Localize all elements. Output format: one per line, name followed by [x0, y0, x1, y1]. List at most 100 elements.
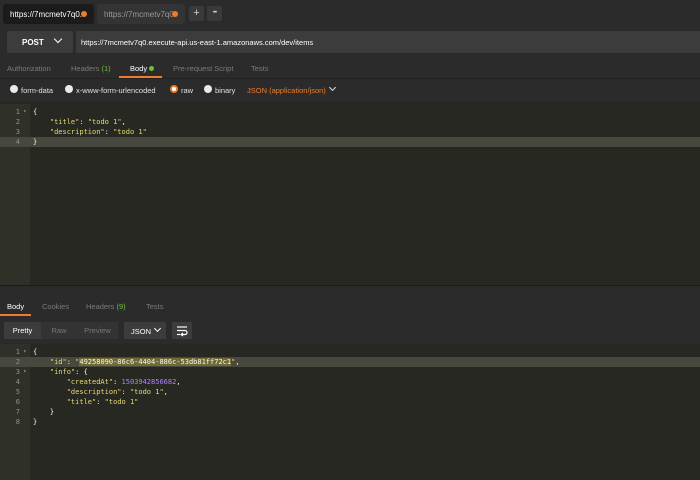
code-token: "todo 1" [113, 128, 147, 136]
line-number: 3 [15, 128, 20, 136]
new-tab-button[interactable]: + [189, 6, 204, 21]
code-token: 49258090-86c6-4404-886c-53db81ff72c1 [79, 358, 232, 366]
line-number: 6 [15, 398, 20, 406]
fold-toggle-icon[interactable]: ▾ [23, 367, 27, 377]
tab-pre-request-script[interactable]: Pre-request Script [173, 64, 233, 73]
tab-body[interactable]: Body [130, 64, 155, 73]
code-line: 3 "description": "todo 1" [0, 127, 700, 137]
radio-binary[interactable] [204, 85, 212, 93]
code-token: } [33, 138, 38, 146]
line-number: 4 [15, 138, 20, 146]
code-line: 2 "title": "todo 1", [0, 117, 700, 127]
code-line: 1 ▾ { [0, 347, 700, 357]
format-label: JSON [131, 327, 152, 336]
content-type-select[interactable]: JSON (application/json) [247, 86, 326, 95]
radio-urlencoded[interactable] [65, 85, 73, 93]
active-tab-underline [119, 76, 162, 78]
line-number: 1 [15, 108, 20, 116]
tab-headers-label: Headers [71, 64, 100, 73]
code-token: "todo 1" [87, 118, 122, 126]
code-token: : [104, 128, 114, 136]
code-token: : [96, 398, 105, 406]
line-number: 3 [15, 368, 20, 376]
code-text: } [33, 407, 54, 417]
code-line: 8} [0, 417, 700, 427]
body-type-options: form-data x-www-form-urlencoded raw bina… [0, 79, 700, 101]
code-text: "id": "49258090-86c6-4404-886c-53db81ff7… [33, 357, 240, 367]
code-text: "title": "todo 1", [33, 117, 126, 127]
tab-title: https://7mcmetv7q0. [10, 10, 83, 19]
chevron-down-icon [53, 34, 63, 44]
url-input[interactable]: https://7mcmetv7q0.execute-api.us-east-1… [76, 31, 700, 53]
radio-form-data[interactable] [10, 85, 18, 93]
code-token: "description" [66, 388, 122, 396]
request-tab-active[interactable]: https://7mcmetv7q0. [3, 4, 94, 24]
format-select[interactable]: JSON [124, 322, 166, 339]
pretty-button[interactable]: Pretty [4, 322, 41, 339]
more-tabs-button[interactable]: ••• [207, 6, 222, 21]
line-number: 1 [15, 348, 20, 356]
url-text: https://7mcmetv7q0.execute-api.us-east-1… [81, 38, 314, 47]
request-tab-inactive[interactable]: https://7mcmetv7q0. [97, 4, 185, 24]
code-token: "todo 1" [129, 388, 164, 396]
code-token: { [33, 108, 38, 116]
headers-count: (1) [101, 64, 111, 73]
response-body-viewer[interactable]: 1 ▾{2 "id": "49258090-86c6-4404-886c-53db… [0, 344, 700, 480]
code-token: , [176, 378, 181, 386]
method-label: POST [22, 38, 44, 47]
tab-title: https://7mcmetv7q0. [104, 10, 177, 19]
request-body-editor[interactable]: 1 ▾{2 "title": "todo 1", 3 "description": … [0, 104, 700, 285]
resp-tab-body[interactable]: Body [7, 302, 24, 311]
code-token: : [79, 118, 88, 126]
code-token: "createdAt" [66, 378, 114, 386]
line-number: 2 [15, 118, 20, 126]
code-text: { [33, 107, 37, 117]
chevron-down-icon [328, 83, 337, 92]
request-tabs: Authorization Headers (1) Body Pre-reque… [0, 56, 700, 79]
code-token: "title" [49, 118, 80, 126]
code-line: 5 "description": "todo 1", [0, 387, 700, 397]
fold-toggle-icon[interactable]: ▾ [23, 347, 27, 357]
raw-button[interactable]: Raw [41, 322, 77, 339]
code-token: "id" [49, 358, 67, 366]
line-number: 8 [15, 418, 20, 426]
tab-authorization[interactable]: Authorization [7, 64, 51, 73]
resp-tab-headers[interactable]: Headers (9) [86, 302, 126, 311]
wrap-lines-button[interactable] [172, 322, 192, 339]
code-token: , [235, 358, 240, 366]
line-number: 7 [15, 408, 20, 416]
preview-button[interactable]: Preview [77, 322, 118, 339]
code-text: "description": "todo 1" [33, 127, 147, 137]
method-select[interactable]: POST [7, 31, 73, 53]
response-view-bar: Pretty Raw Preview JSON [0, 316, 700, 344]
code-token: "title" [66, 398, 97, 406]
code-text: "description": "todo 1", [33, 387, 168, 397]
form-data-label: form-data [21, 86, 54, 95]
code-line: 6 "title": "todo 1" [0, 397, 700, 407]
code-token: 1503942856682 [121, 378, 177, 386]
response-tabs: Body Cookies Headers (9) Tests [0, 296, 700, 317]
fold-toggle-icon[interactable]: ▾ [23, 107, 27, 117]
tab-tests[interactable]: Tests [251, 64, 269, 73]
tab-headers[interactable]: Headers (1) [71, 64, 111, 73]
code-token: } [33, 408, 55, 416]
code-token: : [113, 378, 122, 386]
radio-raw[interactable] [170, 85, 178, 93]
code-line: 3 ▾ "info": { [0, 367, 700, 377]
line-number: 5 [15, 388, 20, 396]
code-token: : [121, 388, 130, 396]
url-row: POST https://7mcmetv7q0.execute-api.us-e… [0, 28, 700, 56]
code-text: } [33, 417, 37, 427]
code-text: { [33, 347, 37, 357]
resp-tab-cookies[interactable]: Cookies [42, 302, 69, 311]
request-tab-strip: https://7mcmetv7q0. https://7mcmetv7q0. … [0, 0, 700, 28]
resp-tab-headers-label: Headers [86, 302, 115, 311]
urlencoded-label: x-www-form-urlencoded [76, 86, 156, 95]
resp-tab-tests[interactable]: Tests [146, 302, 164, 311]
code-token: , [163, 388, 168, 396]
